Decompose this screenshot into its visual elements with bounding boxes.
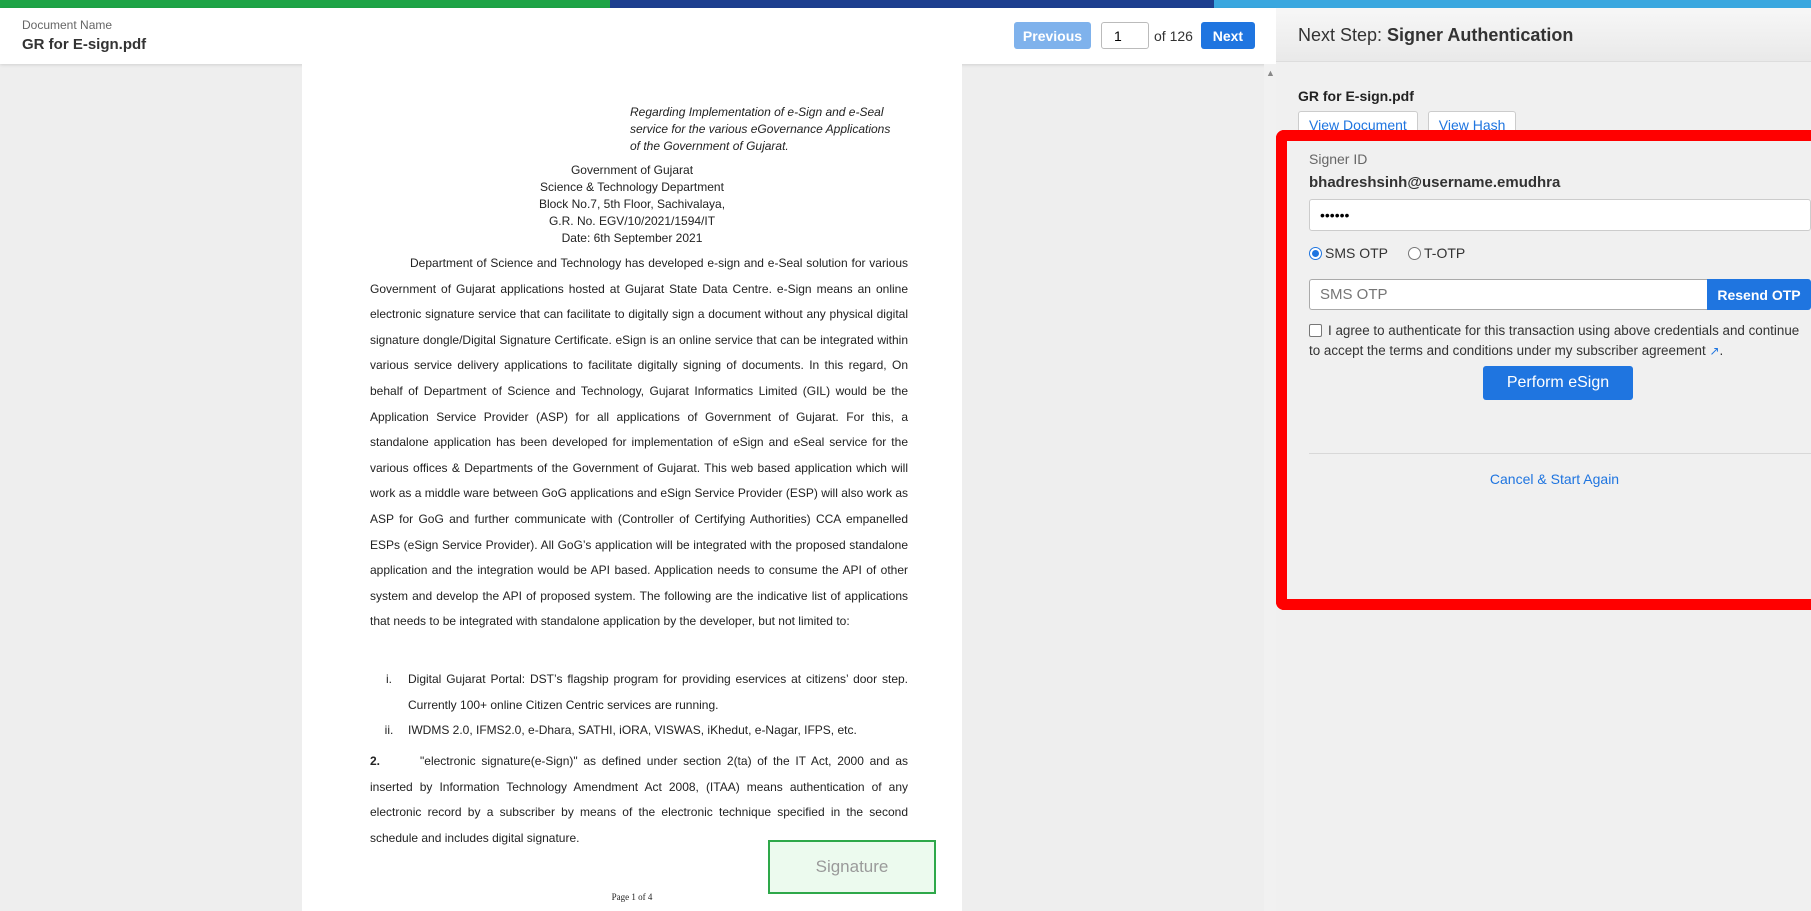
totp-label: T-OTP [1424, 245, 1466, 261]
heading-line: Science & Technology Department [540, 180, 724, 194]
password-field[interactable] [1309, 199, 1811, 231]
pagination: Previous of 126 Next [1014, 22, 1255, 49]
next-step-title: Next Step: Signer Authentication [1298, 25, 1573, 46]
pdf-viewer[interactable]: Regarding Implementation of e-Sign and e… [0, 64, 1276, 911]
reference-line: service for the various eGovernance Appl… [630, 122, 891, 136]
heading-line: Government of Gujarat [570, 163, 694, 177]
page-footer: Page 1 of 4 [611, 892, 653, 902]
paragraph-2-number: 2. [370, 754, 381, 768]
step-name: Signer Authentication [1387, 25, 1574, 45]
stripe-navy [610, 0, 1214, 8]
list-item-text: IWDMS 2.0, IFMS2.0, e-Dhara, SATHI, iORA… [408, 723, 857, 738]
page-number-input[interactable] [1101, 22, 1149, 49]
previous-button[interactable]: Previous [1014, 22, 1091, 49]
heading-line: Date: 6th September 2021 [561, 231, 703, 245]
step-prefix: Next Step: [1298, 25, 1388, 45]
viewer-scrollbar[interactable]: ▲ [1264, 64, 1276, 911]
pdf-page: Regarding Implementation of e-Sign and e… [302, 64, 962, 911]
application-list: i. Digital Gujarat Portal: DST’s flagshi… [370, 667, 908, 744]
divider [1309, 453, 1811, 454]
reference-line: Regarding Implementation of e-Sign and e… [630, 105, 884, 119]
document-body: Department of Science and Technology has… [370, 251, 908, 635]
stripe-green [0, 0, 610, 8]
list-item-text: Digital Gujarat Portal: DST’s flagship p… [408, 672, 908, 712]
otp-row: Resend OTP [1309, 279, 1811, 310]
panel-header: Next Step: Signer Authentication [1276, 8, 1811, 62]
otp-input[interactable] [1309, 279, 1707, 310]
list-item-number: i. [386, 672, 392, 686]
reference-line: of the Government of Gujarat. [630, 139, 789, 153]
consent: I agree to authenticate for this transac… [1309, 323, 1800, 358]
resend-otp-button[interactable]: Resend OTP [1707, 279, 1811, 310]
file-title: GR for E-sign.pdf [1298, 88, 1414, 104]
sms-otp-label: SMS OTP [1325, 245, 1389, 261]
otp-type-selector: SMS OTP T-OTP [1309, 245, 1465, 261]
list-item: ii. IWDMS 2.0, IFMS2.0, e-Dhara, SATHI, … [370, 718, 908, 744]
signature-box[interactable]: Signature [768, 840, 936, 894]
next-button[interactable]: Next [1200, 22, 1255, 49]
document-reference: Regarding Implementation of e-Sign and e… [630, 104, 932, 155]
document-area: Document Name GR for E-sign.pdf Previous… [0, 8, 1276, 911]
heading-line: Block No.7, 5th Floor, Sachivalaya, [538, 197, 726, 211]
totp-option: T-OTP [1408, 245, 1465, 261]
document-name: GR for E-sign.pdf [22, 36, 147, 53]
signing-panel: Next Step: Signer Authentication GR for … [1276, 8, 1811, 911]
document-header: Document Name GR for E-sign.pdf Previous… [0, 8, 1276, 64]
list-item-number: ii. [384, 723, 394, 738]
sms-otp-radio[interactable] [1309, 246, 1322, 260]
cancel-start-again-link[interactable]: Cancel & Start Again [1287, 471, 1811, 487]
perform-esign-button[interactable]: Perform eSign [1483, 366, 1633, 400]
paragraph-2: 2. "electronic signature(e-Sign)" as defi… [370, 749, 908, 851]
consent-checkbox[interactable] [1309, 324, 1322, 337]
document-heading: Government of Gujarat Science & Technolo… [302, 162, 962, 247]
document-name-label: Document Name [22, 18, 113, 32]
paragraph-2-text: "electronic signature(e-Sign)" as define… [370, 754, 908, 845]
scroll-up-icon[interactable]: ▲ [1266, 68, 1275, 78]
stripe-blue [1214, 0, 1811, 8]
page-total: of 126 [1154, 27, 1193, 44]
signer-id-value: bhadreshsinh@username.emudhra [1309, 174, 1561, 191]
paragraph-1: Department of Science and Technology has… [370, 256, 908, 629]
authentication-form: Signer ID bhadreshsinh@username.emudhra … [1276, 130, 1811, 610]
list-item: i. Digital Gujarat Portal: DST’s flagshi… [370, 667, 908, 718]
consent-text: I agree to authenticate for this transac… [1309, 323, 1800, 358]
heading-line: G.R. No. EGV/10/2021/1594/IT [548, 214, 716, 228]
totp-radio[interactable] [1408, 246, 1422, 260]
external-link-icon[interactable]: ↗ [1709, 344, 1719, 358]
signer-id-label: Signer ID [1309, 151, 1368, 167]
top-color-stripe [0, 0, 1811, 8]
